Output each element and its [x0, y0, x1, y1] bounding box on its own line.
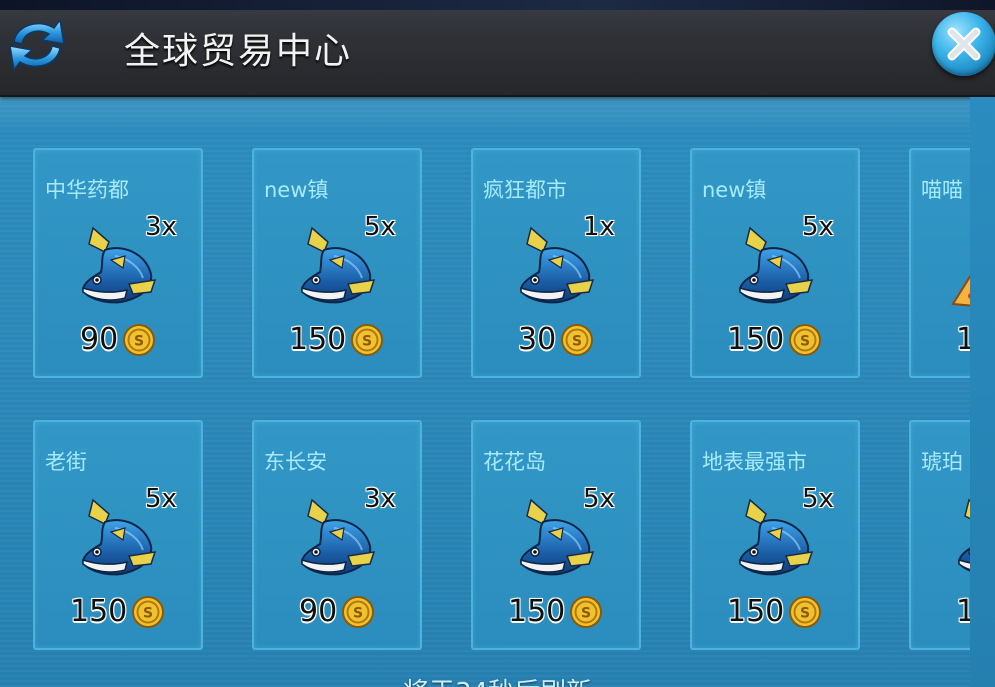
price-row: 150 S	[692, 322, 858, 362]
price-value: 150	[727, 322, 785, 357]
price-row: 30 S	[473, 322, 639, 362]
trade-card[interactable]: 花花岛 5x 150 S	[471, 420, 641, 650]
gold-coin-icon: S	[569, 595, 603, 633]
svg-text:S: S	[581, 606, 591, 622]
refresh-arrows-icon[interactable]	[4, 12, 70, 78]
quantity-multiplier: 5x	[364, 212, 396, 242]
svg-text:S: S	[800, 334, 810, 350]
price-row: 150 S	[254, 322, 420, 362]
quantity-multiplier: 5x	[802, 484, 834, 514]
gold-coin-icon: S	[789, 596, 822, 628]
trade-card[interactable]: 中华药都 3x 90 S	[33, 148, 203, 378]
gold-coin-icon: S	[351, 324, 384, 356]
quantity-multiplier: 5x	[145, 484, 177, 514]
svg-text:S: S	[143, 606, 153, 622]
city-name: 中华药都	[45, 178, 129, 202]
price-row: 90 S	[35, 322, 201, 362]
trade-card[interactable]: new镇 5x 150 S	[690, 148, 860, 378]
gold-coin-icon: S	[122, 323, 156, 361]
price-value: 90	[299, 594, 338, 629]
gold-coin-icon: S	[788, 595, 822, 633]
trade-card[interactable]: 疯狂都市 1x 30 S	[471, 148, 641, 378]
svg-text:S: S	[134, 334, 144, 350]
trade-center-screen: 全球贸易中心 中华药都 3x 90 S new镇 5x 150 S 疯狂都市 1…	[0, 0, 995, 687]
title-bar: 全球贸易中心	[0, 0, 995, 97]
city-name: 琥珀	[921, 450, 963, 474]
price-row: 90 S	[254, 594, 420, 634]
price-value: 90	[80, 322, 119, 357]
refresh-countdown-text: 将于34秒后刷新	[0, 672, 995, 687]
price-row: 150 S	[473, 594, 639, 634]
close-button[interactable]	[932, 12, 995, 76]
gold-coin-icon: S	[123, 324, 156, 356]
gold-coin-icon: S	[560, 323, 594, 361]
price-value: 150	[727, 594, 785, 629]
quantity-multiplier: 1x	[583, 212, 615, 242]
scroll-clip-edge	[970, 97, 995, 687]
price-row: 150 S	[35, 594, 201, 634]
gold-coin-icon: S	[789, 324, 822, 356]
svg-text:S: S	[572, 334, 582, 350]
gold-coin-icon: S	[341, 595, 375, 633]
quantity-multiplier: 3x	[364, 484, 396, 514]
gold-coin-icon: S	[131, 595, 165, 633]
gold-coin-icon: S	[132, 596, 165, 628]
city-name: 疯狂都市	[483, 178, 567, 202]
svg-text:S: S	[353, 606, 363, 622]
price-value: 150	[508, 594, 566, 629]
city-name: 东长安	[264, 450, 327, 474]
price-value: 30	[518, 322, 557, 357]
price-row: 150 S	[692, 594, 858, 634]
trade-card[interactable]: 地表最强市 5x 150 S	[690, 420, 860, 650]
gold-coin-icon: S	[570, 596, 603, 628]
gold-coin-icon: S	[561, 324, 594, 356]
price-value: 150	[70, 594, 128, 629]
trade-card[interactable]: 老街 5x 150 S	[33, 420, 203, 650]
price-value: 150	[289, 322, 347, 357]
city-name: 花花岛	[483, 450, 546, 474]
gold-coin-icon: S	[350, 323, 384, 361]
trade-card[interactable]: new镇 5x 150 S	[252, 148, 422, 378]
city-name: new镇	[702, 178, 767, 202]
city-name: 地表最强市	[702, 450, 807, 474]
quantity-multiplier: 3x	[145, 212, 177, 242]
gold-coin-icon: S	[342, 596, 375, 628]
svg-text:S: S	[362, 334, 372, 350]
trade-card[interactable]: 东长安 3x 90 S	[252, 420, 422, 650]
svg-text:S: S	[800, 606, 810, 622]
page-title: 全球贸易中心	[124, 31, 353, 72]
city-name: 喵喵	[921, 178, 963, 202]
city-name: new镇	[264, 178, 329, 202]
quantity-multiplier: 5x	[583, 484, 615, 514]
title-bar-top-strip	[0, 0, 995, 10]
gold-coin-icon: S	[788, 323, 822, 361]
close-x-icon	[947, 27, 981, 61]
panel-sheen	[0, 97, 995, 133]
city-name: 老街	[45, 450, 87, 474]
quantity-multiplier: 5x	[802, 212, 834, 242]
